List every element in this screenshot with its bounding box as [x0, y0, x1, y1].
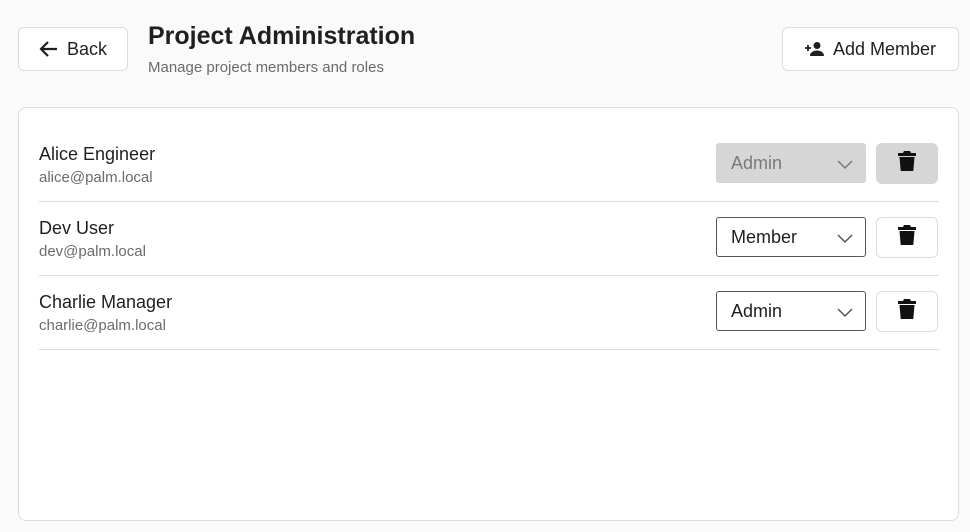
member-email: charlie@palm.local	[39, 317, 166, 334]
trash-icon	[898, 225, 916, 250]
members-panel: Alice Engineer alice@palm.local Admin De…	[18, 107, 959, 521]
member-name: Alice Engineer	[39, 144, 156, 164]
chevron-down-icon	[837, 230, 853, 251]
person-add-icon	[804, 41, 825, 57]
member-row: Dev User dev@palm.local Member	[39, 202, 939, 276]
delete-member-button[interactable]	[876, 291, 938, 332]
add-member-button[interactable]: Add Member	[782, 27, 959, 71]
chevron-down-icon	[837, 156, 853, 177]
role-select: Admin	[716, 143, 866, 183]
trash-icon	[898, 299, 916, 324]
member-name: Dev User	[39, 218, 115, 238]
chevron-down-icon	[837, 304, 853, 325]
role-select-value: Admin	[731, 300, 783, 321]
role-select[interactable]: Admin	[716, 291, 866, 331]
page-subtitle: Manage project members and roles	[148, 59, 384, 76]
member-row: Alice Engineer alice@palm.local Admin	[39, 128, 939, 202]
add-member-label: Add Member	[832, 38, 937, 59]
role-select-value: Admin	[731, 152, 783, 173]
page-title: Project Administration	[148, 22, 416, 50]
member-row: Charlie Manager charlie@palm.local Admin	[39, 276, 939, 350]
member-name: Charlie Manager	[39, 292, 173, 312]
member-email: dev@palm.local	[39, 243, 146, 260]
member-email: alice@palm.local	[39, 169, 153, 186]
trash-icon	[898, 151, 916, 176]
delete-member-button[interactable]	[876, 217, 938, 258]
role-select[interactable]: Member	[716, 217, 866, 257]
arrow-left-icon	[39, 39, 59, 59]
member-list: Alice Engineer alice@palm.local Admin De…	[39, 128, 939, 350]
back-button-label: Back	[66, 38, 108, 59]
role-select-value: Member	[731, 226, 798, 247]
back-button[interactable]: Back	[18, 27, 128, 71]
delete-member-button	[876, 143, 938, 184]
